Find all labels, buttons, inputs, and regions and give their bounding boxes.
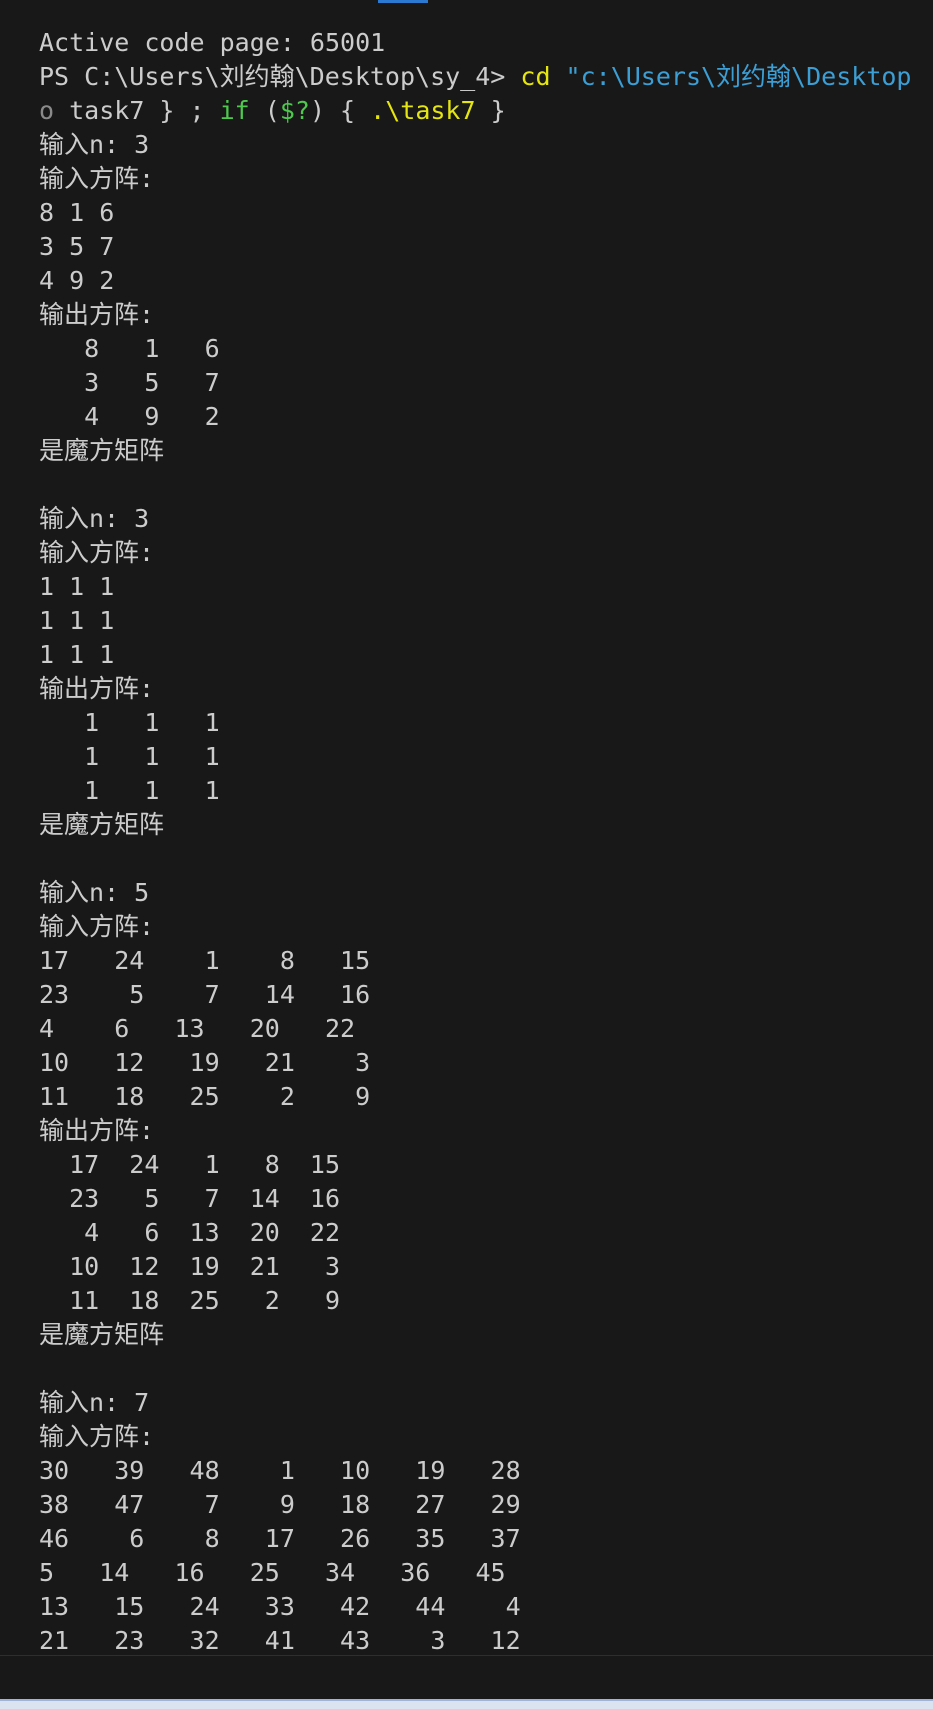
output-matrix-label: 输出方阵: xyxy=(39,1116,155,1145)
output-row: 4 6 13 20 22 xyxy=(39,1218,341,1247)
bottom-edge-bar xyxy=(0,1699,933,1709)
output-row: 17 24 1 8 15 xyxy=(39,1150,341,1179)
input-matrix-label: 输入方阵: xyxy=(39,912,155,941)
input-matrix-label: 输入方阵: xyxy=(39,538,155,567)
input-row: 1 1 1 xyxy=(39,640,115,669)
terminal-output: Active code page: 65001 PS C:\Users\刘约翰\… xyxy=(39,26,933,1658)
input-row: 1 1 1 xyxy=(39,606,115,635)
terminal-panel[interactable]: Active code page: 65001 PS C:\Users\刘约翰\… xyxy=(0,0,933,1709)
output-row: 1 1 1 xyxy=(39,776,220,805)
prompt-line: PS C:\Users\刘约翰\Desktop\sy_4> cd "c:\Use… xyxy=(39,60,933,94)
input-n-line: 输入n: 7 xyxy=(39,1388,150,1417)
input-row: 46 6 8 17 26 35 37 xyxy=(39,1524,521,1553)
input-row: 38 47 7 9 18 27 29 xyxy=(39,1490,521,1519)
input-row: 10 12 19 21 3 xyxy=(39,1048,371,1077)
input-row: 17 24 1 8 15 xyxy=(39,946,371,975)
prompt: PS C:\Users\刘约翰\Desktop\sy_4> xyxy=(39,62,521,91)
input-row: 4 9 2 xyxy=(39,266,115,295)
output-row: 23 5 7 14 16 xyxy=(39,1184,341,1213)
input-row: 23 5 7 14 16 xyxy=(39,980,371,1009)
input-row: 5 14 16 25 34 36 45 xyxy=(39,1558,506,1587)
input-row: 30 39 48 1 10 19 28 xyxy=(39,1456,521,1485)
output-row: 1 1 1 xyxy=(39,742,220,771)
result-line: 是魔方矩阵 xyxy=(39,436,165,465)
input-row: 11 18 25 2 9 xyxy=(39,1082,371,1111)
command-path: "c:\Users\刘约翰\Desktop xyxy=(565,62,912,91)
input-row: 4 6 13 20 22 xyxy=(39,1014,356,1043)
code-page-line: Active code page: 65001 xyxy=(39,28,386,57)
active-tab-indicator xyxy=(378,0,428,3)
result-line: 是魔方矩阵 xyxy=(39,1320,165,1349)
output-matrix-label: 输出方阵: xyxy=(39,300,155,329)
output-row: 10 12 19 21 3 xyxy=(39,1252,341,1281)
output-matrix-label: 输出方阵: xyxy=(39,674,155,703)
input-matrix-label: 输入方阵: xyxy=(39,164,155,193)
input-row: 21 23 32 41 43 3 12 xyxy=(39,1626,521,1655)
output-row: 8 1 6 xyxy=(39,334,220,363)
output-row: 1 1 1 xyxy=(39,708,220,737)
input-row: 3 5 7 xyxy=(39,232,115,261)
result-line: 是魔方矩阵 xyxy=(39,810,165,839)
input-row: 8 1 6 xyxy=(39,198,115,227)
input-n-line: 输入n: 5 xyxy=(39,878,150,907)
output-row: 3 5 7 xyxy=(39,368,220,397)
command-continuation-line: o task7 } ; if ($?) { .\task7 } xyxy=(39,96,506,125)
input-n-line: 输入n: 3 xyxy=(39,130,150,159)
output-row: 4 9 2 xyxy=(39,402,220,431)
input-matrix-label: 输入方阵: xyxy=(39,1422,155,1451)
input-n-line: 输入n: 3 xyxy=(39,504,150,533)
command-keyword: cd xyxy=(520,62,566,91)
panel-divider xyxy=(0,1655,933,1656)
output-row: 11 18 25 2 9 xyxy=(39,1286,341,1315)
input-row: 1 1 1 xyxy=(39,572,115,601)
input-row: 13 15 24 33 42 44 4 xyxy=(39,1592,521,1621)
